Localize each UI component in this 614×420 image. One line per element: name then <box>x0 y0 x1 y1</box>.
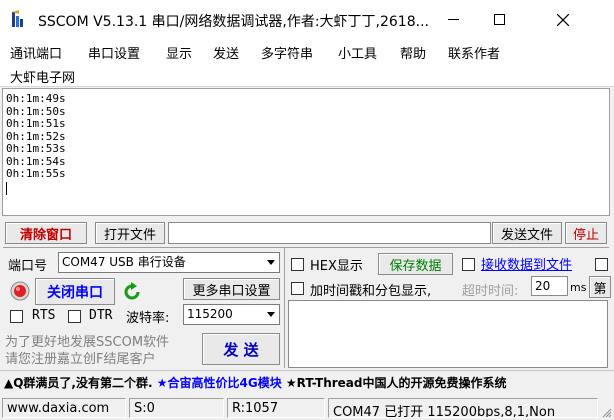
minimize-button[interactable] <box>430 0 476 39</box>
hex-display-label: HEX显示 <box>310 259 363 274</box>
send-file-button[interactable]: 发送文件 <box>492 222 562 244</box>
menu-tools[interactable]: 小工具 <box>338 43 377 62</box>
status-received-count: R:1057 <box>227 398 325 418</box>
timestamp-label: 加时间戳和分包显示, <box>310 284 432 299</box>
baud-select[interactable]: 115200 <box>183 304 280 325</box>
status-sent-count: S:0 <box>129 398 224 418</box>
more-port-settings-button[interactable]: 更多串口设置 <box>183 278 280 300</box>
menu-bar: 通讯端口 串口设置 显示 发送 多字符串 小工具 帮助 联系作者 <box>0 39 614 63</box>
console-line: 0h:1m:55s <box>6 167 66 180</box>
status-bar: www.daxia.com S:0 R:1057 COM47 已打开 11520… <box>0 396 614 420</box>
open-file-button[interactable]: 打开文件 <box>95 222 165 244</box>
save-data-button[interactable]: 保存数据 <box>378 253 453 275</box>
maximize-button[interactable] <box>476 0 522 39</box>
rts-checkbox[interactable] <box>10 310 23 323</box>
file-path-input[interactable] <box>168 222 491 244</box>
minimize-icon <box>447 19 459 20</box>
menu-bar-secondary: 大虾电子网 <box>0 63 614 87</box>
window-title: SSCOM V5.13.1 串口/网络数据调试器,作者:大虾丁丁,2618... <box>38 14 429 30</box>
timestamp-checkbox[interactable] <box>291 282 304 295</box>
divider <box>3 247 609 248</box>
dtr-label: DTR <box>89 308 113 323</box>
hex-display-checkbox[interactable] <box>291 258 304 271</box>
title-bar: SSCOM V5.13.1 串口/网络数据调试器,作者:大虾丁丁,2618... <box>0 0 614 39</box>
status-website[interactable]: www.daxia.com <box>2 398 126 418</box>
timeout-unit: ms <box>570 281 587 294</box>
console-line: 0h:1m:49s <box>6 92 66 105</box>
refresh-icon[interactable] <box>121 281 143 303</box>
dtr-checkbox[interactable] <box>68 310 81 323</box>
resize-grip-icon[interactable] <box>602 408 612 418</box>
console-line: 0h:1m:52s <box>6 129 66 143</box>
dropdown-arrow-icon <box>263 253 279 272</box>
console-line: 0h:1m:51s <box>6 117 66 130</box>
console-line: 0h:1m:53s <box>6 142 66 155</box>
menu-help[interactable]: 帮助 <box>400 43 426 62</box>
status-port-state: COM47 已打开 115200bps,8,1,Non <box>328 398 598 418</box>
recv-to-file-label[interactable]: 接收数据到文件 <box>481 254 572 273</box>
menu-daxia-site[interactable]: 大虾电子网 <box>10 67 75 86</box>
port-label: 端口号 <box>8 259 48 274</box>
menu-comm-port[interactable]: 通讯端口 <box>10 43 62 62</box>
close-icon <box>557 13 569 26</box>
clear-window-button[interactable]: 清除窗口 <box>5 222 87 244</box>
recv-to-file-checkbox[interactable] <box>462 258 475 271</box>
marquee-text-1[interactable]: ▲Q群满员了,没有第二个群. <box>4 376 153 390</box>
timeout-label: 超时时间: <box>462 284 519 299</box>
menu-multi-string[interactable]: 多字符串 <box>261 43 313 62</box>
menu-send[interactable]: 发送 <box>213 43 239 62</box>
divider <box>284 248 285 368</box>
rts-label: RTS <box>32 308 56 323</box>
baud-select-value: 115200 <box>187 307 233 321</box>
send-button[interactable]: 发 送 <box>202 333 280 365</box>
baud-label: 波特率: <box>126 311 170 326</box>
receive-console[interactable]: 0h:1m:49s 0h:1m:50s 0h:1m:51s 0h:1m:52s … <box>2 88 610 216</box>
port-select-value: COM47 USB 串行设备 <box>62 255 186 269</box>
stop-button[interactable]: 停止 <box>565 222 607 244</box>
promo-text-2[interactable]: 请您注册嘉立创F结尾客户 <box>5 348 155 367</box>
send-input[interactable] <box>288 300 608 368</box>
text-cursor <box>6 181 7 195</box>
maximize-icon <box>493 14 505 25</box>
console-line: 0h:1m:50s <box>6 104 66 118</box>
close-button[interactable] <box>540 0 586 39</box>
port-status-led-icon <box>10 281 30 301</box>
close-port-button[interactable]: 关闭串口 <box>35 278 115 305</box>
app-icon <box>11 10 27 28</box>
menu-display[interactable]: 显示 <box>166 43 192 62</box>
marquee-bar: ▲Q群满员了,没有第二个群. ★合宙高性价比4G模块 ★RT-Thread中国人… <box>0 370 614 392</box>
marquee-text-3[interactable]: ★RT-Thread中国人的开源免费操作系统 <box>286 376 507 390</box>
dropdown-arrow-icon <box>263 305 279 324</box>
timeout-input[interactable]: 20 <box>531 276 568 296</box>
port-select[interactable]: COM47 USB 串行设备 <box>58 252 280 273</box>
menu-contact[interactable]: 联系作者 <box>448 43 500 62</box>
console-line: 0h:1m:54s <box>6 154 66 168</box>
extra-checkbox[interactable] <box>595 258 608 271</box>
menu-port-settings[interactable]: 串口设置 <box>88 43 140 62</box>
marquee-text-2[interactable]: ★合宙高性价比4G模块 <box>157 376 282 390</box>
frame-button[interactable]: 第 <box>589 276 611 298</box>
